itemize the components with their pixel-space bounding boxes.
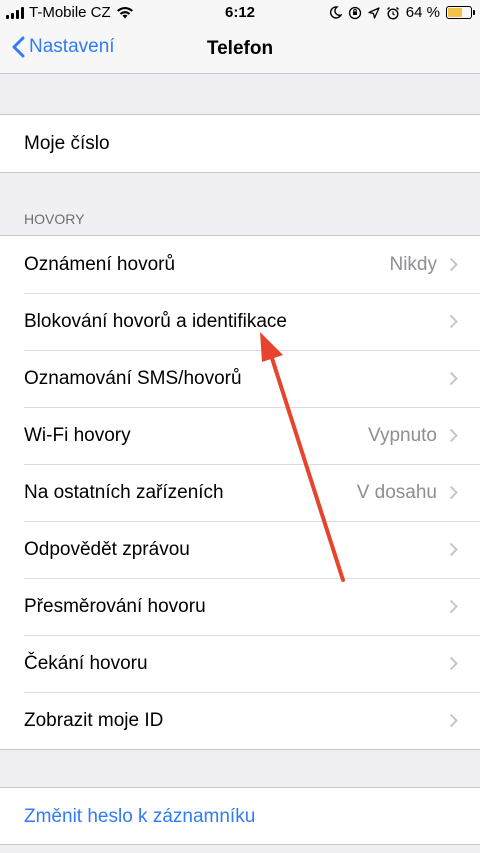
list-item-my-number[interactable]: Moje číslo — [0, 115, 480, 172]
list-item-label: Na ostatních zařízeních — [24, 481, 224, 503]
list-item-call-forwarding[interactable]: Přesměrování hovoru — [0, 578, 480, 635]
chevron-right-icon — [449, 257, 458, 272]
list-item-call-blocking[interactable]: Blokování hovorů a identifikace — [0, 293, 480, 350]
page-title: Telefon — [206, 38, 274, 59]
my-number-group: Moje číslo — [0, 114, 480, 173]
battery-percentage: 64 % — [405, 4, 440, 21]
chevron-right-icon — [449, 371, 458, 386]
chevron-right-icon — [449, 713, 458, 728]
chevron-right-icon — [449, 542, 458, 557]
change-voicemail-password-link[interactable]: Změnit heslo k záznamníku — [0, 788, 480, 845]
chevron-right-icon — [449, 428, 458, 443]
list-item-wifi-calling[interactable]: Wi-Fi hovory Vypnuto — [0, 407, 480, 464]
list-item-other-devices[interactable]: Na ostatních zařízeních V dosahu — [0, 464, 480, 521]
list-item-call-waiting[interactable]: Čekání hovoru — [0, 635, 480, 692]
battery-icon — [446, 6, 475, 19]
calls-group: Oznámení hovorů Nikdy Blokování hovorů a… — [0, 235, 480, 750]
list-item-label: Blokování hovorů a identifikace — [24, 310, 287, 332]
section-header-calls: HOVORY — [24, 211, 85, 227]
list-item-label: Oznámení hovorů — [24, 253, 176, 275]
list-item-sms-call-notifications[interactable]: Oznamování SMS/hovorů — [0, 350, 480, 407]
status-bar: T-Mobile CZ 6:12 64 % — [0, 0, 480, 26]
list-item-label: Čekání hovoru — [24, 652, 148, 674]
chevron-right-icon — [449, 314, 458, 329]
list-item-label: Změnit heslo k záznamníku — [24, 805, 256, 827]
list-item-label: Moje číslo — [24, 132, 110, 154]
list-item-label: Oznamování SMS/hovorů — [24, 367, 242, 389]
list-item-call-announcement[interactable]: Oznámení hovorů Nikdy — [0, 236, 480, 293]
navigation-bar: Nastavení Telefon — [0, 26, 480, 74]
do-not-disturb-icon — [329, 6, 342, 19]
list-item-label: Wi-Fi hovory — [24, 424, 131, 446]
battery-level — [448, 8, 463, 17]
voicemail-group: Změnit heslo k záznamníku — [0, 787, 480, 845]
list-item-respond-with-text[interactable]: Odpovědět zprávou — [0, 521, 480, 578]
list-item-value: Vypnuto — [367, 424, 437, 446]
alarm-icon — [386, 6, 399, 20]
list-item-value: V dosahu — [356, 481, 437, 503]
chevron-right-icon — [449, 485, 458, 500]
orientation-lock-icon — [348, 6, 361, 19]
list-item-value: Nikdy — [389, 253, 437, 275]
list-item-label: Odpovědět zprávou — [24, 538, 190, 560]
list-item-label: Přesměrování hovoru — [24, 595, 206, 617]
location-icon — [368, 6, 380, 19]
list-item-label: Zobrazit moje ID — [24, 709, 164, 731]
chevron-right-icon — [449, 599, 458, 614]
status-right: 64 % — [329, 4, 475, 21]
list-item-show-caller-id[interactable]: Zobrazit moje ID — [0, 692, 480, 749]
chevron-right-icon — [449, 656, 458, 671]
